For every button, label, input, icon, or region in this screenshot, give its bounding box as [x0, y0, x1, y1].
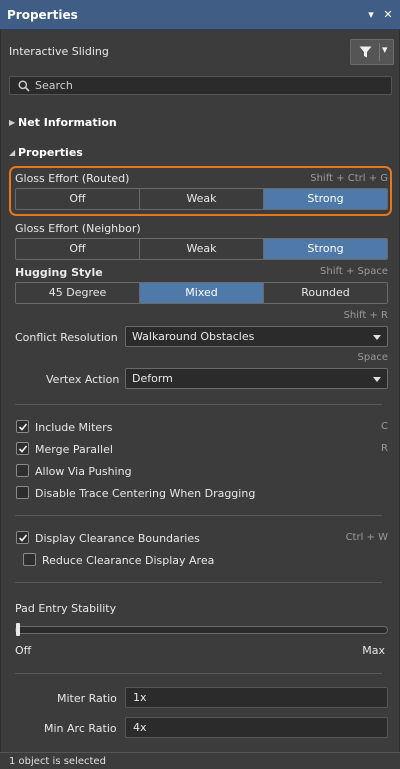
chevron-down-icon	[373, 377, 381, 382]
include-miters-checkbox[interactable]	[16, 420, 29, 433]
hugging-style-shortcut: Shift + Space	[320, 266, 388, 277]
min-arc-ratio-value: 4x	[133, 721, 147, 734]
gloss-routed-off[interactable]: Off	[16, 189, 140, 209]
conflict-resolution-value: Walkaround Obstacles	[132, 330, 255, 343]
display-clearance-checkbox[interactable]	[16, 531, 29, 544]
display-clearance-label: Display Clearance Boundaries	[35, 532, 200, 545]
min-arc-ratio-input[interactable]: 4x	[125, 717, 388, 738]
checkmark-icon	[18, 423, 28, 431]
include-miters-shortcut: C	[381, 421, 388, 432]
gloss-routed-weak[interactable]: Weak	[140, 189, 264, 209]
section-properties[interactable]: Properties	[18, 146, 83, 159]
disable-trace-centering-label: Disable Trace Centering When Dragging	[35, 487, 256, 500]
collapse-triangle-icon[interactable]: ◢	[9, 148, 15, 157]
filter-button[interactable]: ▾	[350, 39, 394, 65]
gloss-routed-label: Gloss Effort (Routed)	[15, 172, 130, 185]
status-bar: 1 object is selected	[0, 752, 400, 769]
mode-label: Interactive Sliding	[9, 45, 109, 58]
miter-ratio-input[interactable]: 1x	[125, 687, 388, 708]
search-icon	[18, 80, 30, 92]
vertex-action-value: Deform	[132, 372, 173, 385]
hugging-mixed[interactable]: Mixed	[140, 283, 264, 303]
gloss-routed-shortcut: Shift + Ctrl + G	[310, 173, 388, 184]
pad-entry-label: Pad Entry Stability	[15, 602, 117, 615]
hugging-45-degree[interactable]: 45 Degree	[16, 283, 140, 303]
gloss-neighbor-segmented: Off Weak Strong	[15, 238, 388, 260]
chevron-down-icon[interactable]: ▾	[382, 43, 388, 56]
gloss-neighbor-off[interactable]: Off	[16, 239, 140, 259]
divider	[15, 673, 382, 674]
reduce-clearance-checkbox[interactable]	[23, 553, 36, 566]
divider	[15, 404, 382, 405]
vertex-shortcut: Space	[357, 352, 388, 363]
panel-title: Properties	[7, 8, 78, 22]
checkmark-icon	[18, 534, 28, 542]
search-input[interactable]: Search	[9, 76, 392, 95]
pad-entry-max-label: Max	[362, 644, 385, 657]
conflict-resolution-label: Conflict Resolution	[15, 331, 118, 344]
hugging-style-segmented: 45 Degree Mixed Rounded	[15, 282, 388, 304]
chevron-down-icon	[373, 335, 381, 340]
reduce-clearance-label: Reduce Clearance Display Area	[42, 554, 215, 567]
gloss-routed-strong[interactable]: Strong	[264, 189, 387, 209]
properties-panel	[0, 30, 400, 769]
allow-via-pushing-label: Allow Via Pushing	[35, 465, 132, 478]
search-placeholder: Search	[35, 79, 73, 92]
merge-parallel-shortcut: R	[381, 443, 388, 454]
filter-icon	[359, 46, 372, 58]
vertex-action-select[interactable]: Deform	[125, 368, 388, 389]
conflict-resolution-select[interactable]: Walkaround Obstacles	[125, 326, 388, 347]
allow-via-pushing-checkbox[interactable]	[16, 464, 29, 477]
panel-menu-button[interactable]: ▾	[364, 8, 378, 22]
gloss-neighbor-weak[interactable]: Weak	[140, 239, 264, 259]
panel-titlebar: Properties ▾ ✕	[0, 0, 400, 30]
include-miters-label: Include Miters	[35, 421, 113, 434]
pad-entry-min-label: Off	[15, 644, 32, 657]
display-clearance-shortcut: Ctrl + W	[345, 532, 388, 543]
divider	[15, 515, 382, 516]
pad-entry-slider[interactable]	[15, 626, 388, 634]
merge-parallel-label: Merge Parallel	[35, 443, 113, 456]
miter-ratio-label: Miter Ratio	[57, 692, 117, 705]
hugging-rounded[interactable]: Rounded	[264, 283, 387, 303]
hugging-style-label: Hugging Style	[15, 266, 103, 279]
disable-trace-centering-checkbox[interactable]	[16, 486, 29, 499]
status-text: 1 object is selected	[9, 756, 106, 767]
close-button[interactable]: ✕	[381, 8, 395, 22]
expand-triangle-icon[interactable]: ▶	[9, 118, 15, 127]
vertex-action-label: Vertex Action	[46, 373, 120, 386]
divider	[15, 582, 382, 583]
checkmark-icon	[18, 445, 28, 453]
merge-parallel-checkbox[interactable]	[16, 442, 29, 455]
pad-entry-slider-thumb[interactable]	[16, 623, 20, 636]
gloss-neighbor-strong[interactable]: Strong	[264, 239, 387, 259]
gloss-routed-segmented: Off Weak Strong	[15, 188, 388, 210]
miter-ratio-value: 1x	[133, 691, 147, 704]
section-net-information[interactable]: Net Information	[18, 116, 117, 129]
conflict-shortcut: Shift + R	[343, 310, 388, 321]
gloss-neighbor-label: Gloss Effort (Neighbor)	[15, 222, 141, 235]
filter-button-separator	[379, 43, 380, 61]
min-arc-ratio-label: Min Arc Ratio	[44, 722, 117, 735]
